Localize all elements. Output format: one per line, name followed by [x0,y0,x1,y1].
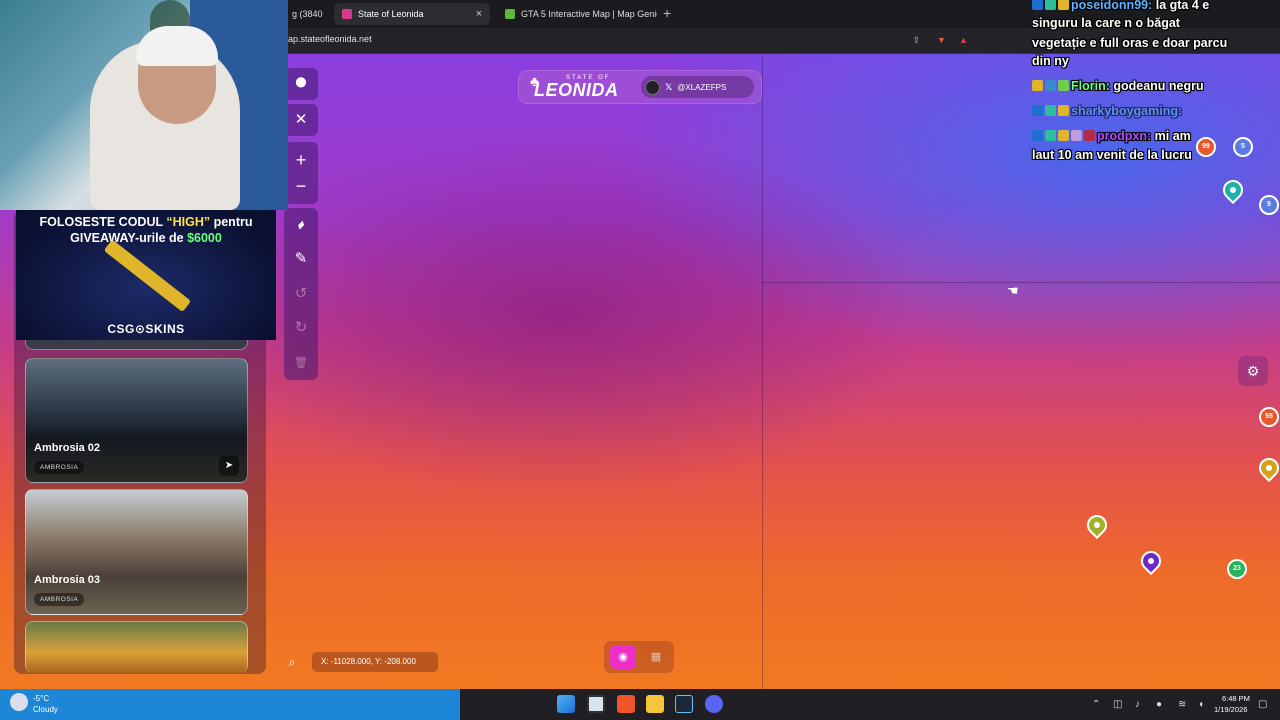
site-logo[interactable]: LEONIDA [534,80,619,101]
tab-label: GTA 5 Interactive Map | Map Genie [521,9,657,19]
tab-label: g (3840 [292,9,323,19]
address-url[interactable]: ap.stateofleonida.net [288,34,372,44]
microphone-icon[interactable]: ● [1156,699,1162,710]
map-marker[interactable] [1136,546,1166,577]
clock-time[interactable]: 6:48 PM [1222,694,1250,703]
knife-image [103,239,192,313]
card-title: Ambrosia 02 [34,442,101,454]
new-tab-button[interactable]: + [663,5,671,21]
zoom-in-icon[interactable]: + [291,150,311,170]
network-tray-icon[interactable]: ◫ [1113,699,1122,710]
close-icon[interactable]: ✕ [291,110,311,130]
chat-message: din ny [1032,54,1069,68]
map-marker[interactable] [1218,175,1248,206]
map-grid-line [762,54,763,689]
map-grid-line [762,282,1280,283]
speaker-icon[interactable]: ◖ [1198,699,1204,710]
notifications-icon[interactable]: ▢ [1258,699,1267,710]
marker-cluster[interactable]: 23 [1227,559,1247,579]
map-genie-favicon-icon [505,9,515,19]
windows-start-icon[interactable] [557,695,575,713]
card-tag: AMBROSIA [34,593,85,606]
location-pin-icon[interactable]: ⬤ [291,73,311,93]
tab-map-genie[interactable]: GTA 5 Interactive Map | Map Genie [497,3,657,25]
chat-message: poseidonn99: la gta 4 e [1032,0,1209,13]
share-icon[interactable]: ⇪ [911,35,922,46]
promo-banner: FOLOSESTE CODUL “HIGH” pentru GIVEAWAY-u… [16,210,276,340]
chat-message: laut 10 am venit de la lucru [1032,148,1192,162]
tab-state-of-leonida[interactable]: State of Leonida × [334,3,490,25]
map-marker[interactable] [1254,453,1280,484]
list-item[interactable] [25,621,248,673]
coordinate-readout: X: -11028.000, Y: -208.000 [312,652,438,672]
navigate-icon[interactable]: ➤ [219,456,239,476]
chat-message: prodpxn: mi am [1032,128,1191,144]
discord-icon[interactable] [705,695,723,713]
cloud-icon [10,693,28,711]
hand-cursor-icon: ☚ [1007,283,1019,298]
avatar [645,79,660,95]
tray-overflow-icon[interactable]: ⌃ [1092,699,1100,710]
marker-cluster[interactable]: 55 [1259,407,1279,427]
wifi-icon[interactable]: ≋ [1178,699,1186,710]
chat-message: vegetație e full oras e doar parcu [1032,36,1228,50]
stream-chat-overlay: poseidonn99: la gta 4 e singuru la care … [1030,0,1280,170]
webcam-overlay [0,0,288,210]
real-map-mode-button[interactable]: ▦ [643,645,669,669]
chat-message: sharkyboygaming: [1032,103,1182,119]
brave-rewards-icon[interactable]: ▲ [958,35,969,46]
chat-message: Florin: godeanu negru [1032,78,1204,94]
leonida-favicon-icon [342,9,352,19]
pencil-icon[interactable]: ✎ [291,249,311,269]
social-handle: @XLAZEFPS [677,82,727,92]
trash-icon[interactable]: 🗑 [291,353,311,373]
volume-tray-icon[interactable]: ♪ [1135,699,1140,710]
promo-brand: CSG⊙SKINS [107,322,185,336]
social-link[interactable]: 𝕏 @XLAZEFPS [641,76,754,98]
card-title: Ambrosia 03 [34,574,101,586]
taskbar-weather-area [0,689,460,720]
promo-text-line2: GIVEAWAY-urile de $6000 [70,231,222,245]
weather-condition[interactable]: Cloudy [33,705,58,714]
chat-message: singuru la care n o băgat [1032,16,1180,30]
steam-icon[interactable] [675,695,693,713]
undo-icon[interactable]: ↺ [291,284,311,304]
zoom-out-icon[interactable]: − [291,176,311,196]
brave-shield-icon[interactable]: ▼ [936,35,947,46]
redo-icon[interactable]: ↻ [291,318,311,338]
marker-cluster[interactable]: 9 [1259,195,1279,215]
settings-gear-icon[interactable]: ⚙ [1238,356,1268,386]
search-icon[interactable]: ⌕ [282,652,302,672]
map-marker[interactable] [1082,510,1112,541]
tab-label: State of Leonida [358,9,424,19]
promo-text-line1: FOLOSESTE CODUL “HIGH” pentru [39,215,253,229]
x-icon: 𝕏 [665,81,673,92]
game-map-mode-button[interactable]: ◉ [610,645,636,669]
card-tag: AMBROSIA [34,461,85,474]
file-explorer-icon[interactable] [646,695,664,713]
weather-temperature[interactable]: -5°C [33,694,49,703]
task-view-icon[interactable] [587,695,605,713]
close-tab-icon[interactable]: × [476,8,482,20]
brave-browser-icon[interactable] [617,695,635,713]
clock-date[interactable]: 1/19/2026 [1214,705,1247,714]
list-item[interactable]: Ambrosia 03 AMBROSIA [25,489,248,615]
tab-previous[interactable]: g (3840 [284,3,334,25]
list-item[interactable]: Ambrosia 02 AMBROSIA ➤ [25,358,248,483]
